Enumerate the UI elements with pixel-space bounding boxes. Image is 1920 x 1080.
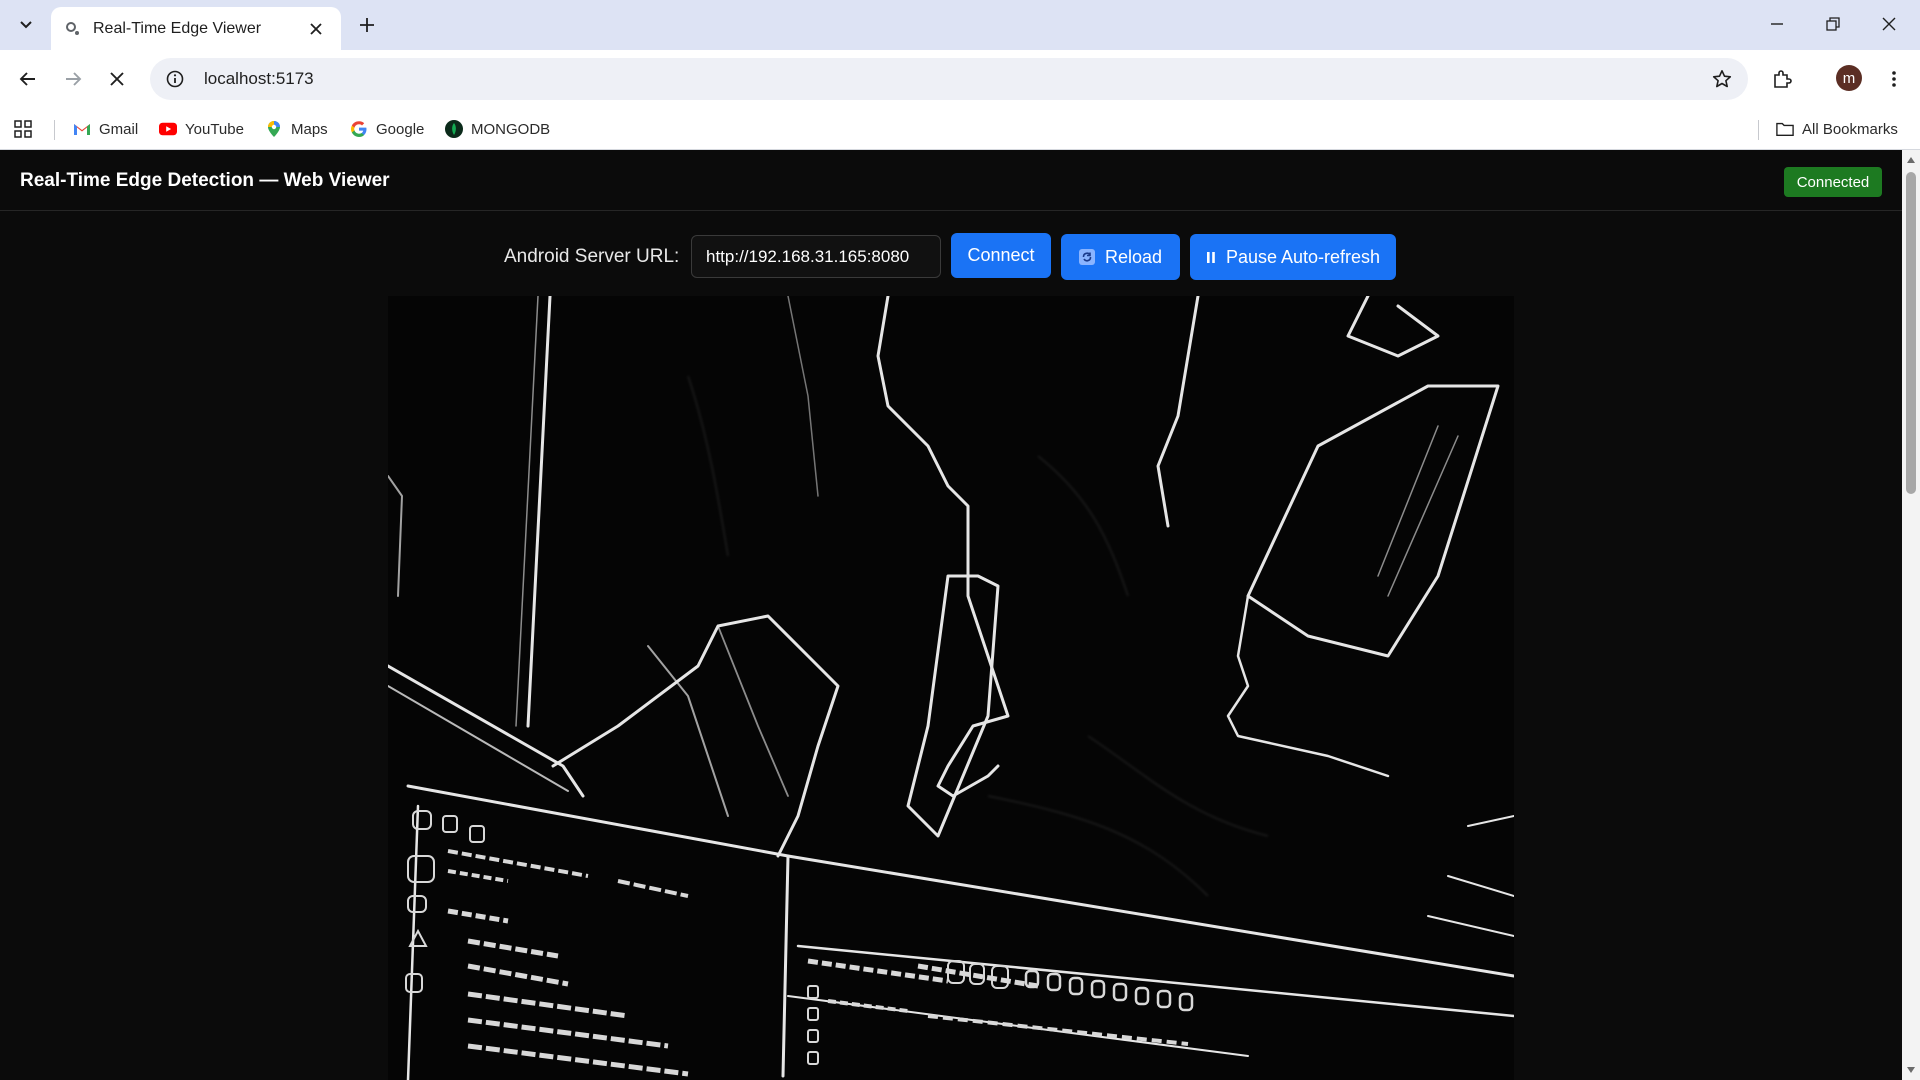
site-info-button[interactable] (154, 58, 196, 100)
connect-label: Connect (967, 245, 1035, 265)
restore-icon (1826, 17, 1840, 31)
chevron-down-icon (20, 21, 32, 29)
pause-auto-refresh-button[interactable]: Pause Auto-refresh (1190, 234, 1396, 280)
bookmarks-divider (1758, 120, 1759, 140)
status-badge: Connected (1784, 167, 1882, 197)
mongodb-icon (445, 120, 463, 138)
bookmarks-divider (54, 120, 55, 140)
all-bookmarks-button[interactable]: All Bookmarks (1776, 116, 1898, 142)
scrollbar-thumb[interactable] (1906, 172, 1916, 494)
folder-icon (1776, 120, 1794, 138)
bookmark-youtube[interactable]: YouTube (159, 116, 244, 142)
minimize-button[interactable] (1754, 6, 1800, 42)
minimize-icon (1771, 23, 1783, 25)
reload-label: Reload (1104, 246, 1163, 267)
bookmarks-bar: Gmail YouTube Maps Google MONGODB All Bo… (0, 108, 1920, 150)
bookmark-label: Maps (291, 120, 328, 138)
loading-favicon-icon (66, 21, 79, 35)
reload-button[interactable]: Reload (1061, 234, 1180, 280)
page-title: Real-Time Edge Detection — Web Viewer (20, 170, 390, 191)
edge-detection-frame (388, 296, 1514, 1080)
bookmark-label: MONGODB (471, 120, 551, 138)
app-header: Real-Time Edge Detection — Web Viewer Co… (0, 150, 1902, 211)
star-icon (1712, 70, 1732, 88)
extensions-button[interactable] (1764, 61, 1800, 97)
info-icon (166, 70, 184, 88)
tab-strip: Real-Time Edge Viewer (0, 0, 1920, 50)
bookmark-label: YouTube (185, 120, 244, 138)
new-tab-button[interactable] (352, 10, 382, 40)
reload-icon (1078, 249, 1095, 265)
close-icon (1882, 17, 1896, 31)
puzzle-icon (1774, 70, 1792, 88)
page-viewport: Real-Time Edge Detection — Web Viewer Co… (0, 150, 1902, 1080)
profile-avatar[interactable]: m (1836, 65, 1862, 91)
bookmark-label: Google (376, 120, 425, 138)
bookmark-maps[interactable]: Maps (265, 116, 328, 142)
plus-icon (360, 18, 374, 32)
address-bar[interactable]: localhost:5173 (150, 58, 1748, 100)
more-vertical-icon (1892, 71, 1896, 87)
gmail-icon (73, 120, 91, 138)
youtube-icon (159, 120, 177, 138)
connection-controls: Android Server URL: Connect Reload Pause… (0, 232, 1902, 280)
address-url[interactable]: localhost:5173 (204, 69, 1702, 89)
apps-button[interactable] (14, 116, 32, 142)
pause-icon (1206, 250, 1216, 264)
pause-label: Pause Auto-refresh (1225, 246, 1381, 267)
back-button[interactable] (10, 61, 46, 97)
tab-search-button[interactable] (9, 9, 43, 41)
stop-loading-button[interactable] (99, 61, 135, 97)
browser-menu-button[interactable] (1876, 61, 1912, 97)
tab-title: Real-Time Edge Viewer (93, 19, 262, 37)
page-scrollbar[interactable] (1902, 150, 1920, 1080)
restore-button[interactable] (1810, 6, 1856, 42)
server-url-input[interactable] (691, 235, 941, 278)
scroll-down-arrow-icon[interactable] (1906, 1065, 1916, 1075)
close-window-button[interactable] (1866, 6, 1912, 42)
bookmark-label: Gmail (99, 120, 139, 138)
server-url-label: Android Server URL: (504, 246, 680, 267)
all-bookmarks-label: All Bookmarks (1802, 120, 1898, 138)
close-icon (110, 72, 124, 86)
bookmark-star-button[interactable] (1702, 59, 1742, 99)
bookmark-gmail[interactable]: Gmail (73, 116, 138, 142)
connect-button[interactable]: Connect (951, 233, 1051, 278)
close-icon (310, 22, 322, 35)
forward-button[interactable] (55, 61, 91, 97)
scroll-up-arrow-icon[interactable] (1906, 155, 1916, 165)
browser-toolbar: localhost:5173 m (0, 50, 1920, 108)
apps-grid-icon (14, 120, 32, 138)
bookmark-google[interactable]: Google (350, 116, 424, 142)
google-icon (350, 120, 368, 138)
tab-close-button[interactable] (305, 18, 327, 40)
bookmark-mongodb[interactable]: MONGODB (445, 116, 550, 142)
tab-active[interactable]: Real-Time Edge Viewer (51, 7, 341, 50)
arrow-right-icon (66, 72, 82, 86)
arrow-left-icon (19, 72, 35, 86)
edge-frame-image (388, 296, 1514, 1080)
maps-icon (265, 120, 283, 138)
